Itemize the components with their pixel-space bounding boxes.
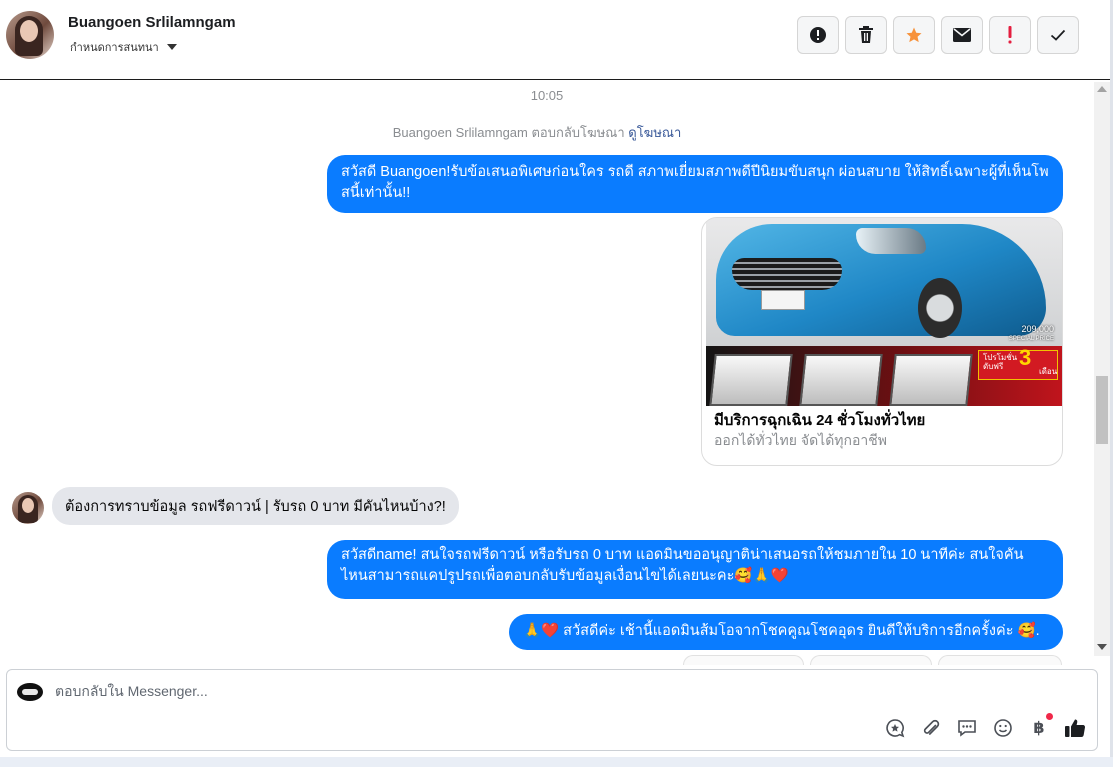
saved-reply-icon xyxy=(886,719,905,738)
contact-avatar[interactable] xyxy=(6,11,54,59)
incoming-message[interactable]: ต้องการทราบข้อมูล รถฟรีดาวน์ | รับรถ 0 บ… xyxy=(52,487,459,525)
alert-circle-icon xyxy=(810,27,826,43)
outgoing-message[interactable]: สวัสดี Buangoen!รับข้อเสนอพิเศษก่อนใคร ร… xyxy=(327,155,1063,213)
outgoing-message[interactable]: 🙏❤️ สวัสดีค่ะ เช้านี้แอดมินส้มโอจากโชคคู… xyxy=(509,614,1063,650)
delete-button[interactable] xyxy=(845,16,887,54)
composer-toolbar: ฿ xyxy=(883,713,1087,740)
exclamation-icon xyxy=(1008,26,1012,44)
notification-dot xyxy=(1046,713,1053,720)
caret-down-icon xyxy=(166,44,177,50)
conversation-actions xyxy=(797,16,1079,54)
star-button[interactable] xyxy=(893,16,935,54)
conversation-header: Buangoen Srlilamngam กำหนดการสนทนา xyxy=(0,0,1110,80)
mark-spam-button[interactable] xyxy=(797,16,839,54)
smiley-icon xyxy=(994,719,1012,737)
saved-replies-button[interactable] xyxy=(883,716,907,740)
reply-composer: ฿ xyxy=(6,669,1098,751)
trash-icon xyxy=(859,26,873,43)
assign-label: กำหนดการสนทนา xyxy=(70,42,159,54)
follow-up-button[interactable] xyxy=(989,16,1031,54)
quick-reply-chip[interactable] xyxy=(810,655,932,665)
ad-image[interactable]: 209,000 SPECIAL PRICE โปรโมชั่น ดับฟรี 3… xyxy=(706,218,1062,406)
thumbs-up-icon xyxy=(1065,719,1086,738)
ad-reply-text: Buangoen Srlilamngam ตอบกลับโฆษณา xyxy=(392,125,625,140)
star-icon xyxy=(906,27,922,43)
mark-done-button[interactable] xyxy=(1037,16,1079,54)
like-button[interactable] xyxy=(1063,716,1087,740)
message-timestamp: 10:05 xyxy=(530,88,564,103)
ad-card-subtitle: ออกได้ทั่วไทย จัดได้ทุกอาชีพ xyxy=(714,432,888,448)
scrollbar-thumb[interactable] xyxy=(1096,376,1108,444)
page-bottom-strip xyxy=(0,757,1113,767)
baht-icon: ฿ xyxy=(1033,720,1045,737)
paperclip-icon xyxy=(923,719,940,735)
thread-scrollbar[interactable] xyxy=(1094,82,1110,656)
sender-avatar[interactable] xyxy=(12,492,44,524)
chat-dots-icon xyxy=(958,720,976,737)
payment-button[interactable]: ฿ xyxy=(1027,713,1053,740)
ad-card-title: มีบริการฉุกเฉิน 24 ชั่วโมงทั่วไทย xyxy=(714,412,926,429)
promo-badge: โปรโมชั่น ดับฟรี 3 เดือน xyxy=(978,347,1058,380)
ad-card[interactable]: 209,000 SPECIAL PRICE โปรโมชั่น ดับฟรี 3… xyxy=(701,217,1063,466)
price-tag: 209,000 SPECIAL PRICE xyxy=(1008,324,1054,342)
check-icon xyxy=(1050,29,1066,41)
attach-file-button[interactable] xyxy=(919,716,943,740)
reply-input[interactable] xyxy=(55,683,955,699)
envelope-icon xyxy=(953,28,971,42)
assign-conversation-dropdown[interactable]: กำหนดการสนทนา xyxy=(70,38,177,56)
inbox-conversation: Buangoen Srlilamngam กำหนดการสนทนา 10:05… xyxy=(0,0,1113,767)
mark-unread-button[interactable] xyxy=(941,16,983,54)
emoji-button[interactable] xyxy=(991,716,1015,740)
outgoing-message[interactable]: สวัสดีname! สนใจรถฟรีดาวน์ หรือรับรถ 0 บ… xyxy=(327,540,1063,599)
view-ad-link[interactable]: ดูโฆษณา xyxy=(628,125,681,140)
quick-replies-button[interactable] xyxy=(955,716,979,740)
scroll-up-arrow-icon[interactable] xyxy=(1097,86,1107,92)
ad-reply-notice: Buangoen Srlilamngam ตอบกลับโฆษณา ดูโฆษณ… xyxy=(0,122,1074,143)
scroll-down-arrow-icon[interactable] xyxy=(1097,644,1107,650)
page-logo xyxy=(17,683,43,701)
quick-reply-chip[interactable] xyxy=(683,655,804,665)
contact-name[interactable]: Buangoen Srlilamngam xyxy=(68,14,236,31)
quick-reply-chip[interactable] xyxy=(938,655,1062,665)
